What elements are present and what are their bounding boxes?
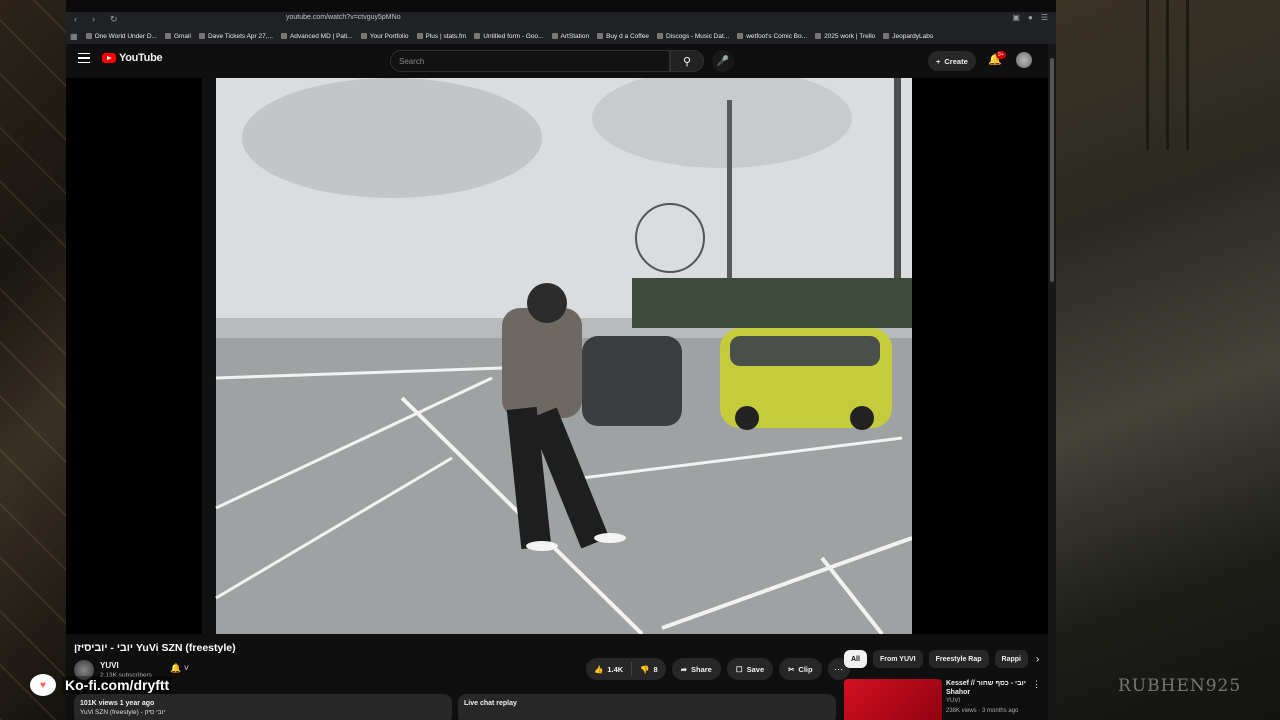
bookmarks-bar: ▦ One World Under D... Gmail Dave Ticket… <box>66 28 1056 44</box>
chip-rapping[interactable]: Rappi <box>994 650 1028 668</box>
scissors-icon: ✂ <box>788 664 795 674</box>
bookmark-favicon-icon <box>198 33 205 39</box>
youtube-play-icon <box>102 53 116 63</box>
reload-icon[interactable]: ↻ <box>110 14 120 25</box>
bookmark-item[interactable]: Buy d a Coffee <box>597 33 649 40</box>
video-player[interactable] <box>66 78 1048 634</box>
bookmark-favicon-icon <box>416 33 423 39</box>
bookmark-item[interactable]: wetfoot's Comic Bo... <box>737 33 807 40</box>
kofi-overlay: ♥ Ko-fi.com/dryftt <box>30 674 173 696</box>
search-icon: ⚲ <box>682 55 692 68</box>
browser-menu-icon[interactable]: ☰ <box>1041 13 1048 22</box>
youtube-header: YouTube Search ⚲ 🎤 + Create 🔔 9+ <box>66 44 1056 78</box>
bookmark-favicon-icon <box>737 33 744 39</box>
video-actions: 👍 1.4K 👎 8 ➦ Share ☐ Save ✂ Clip ⋯ <box>586 658 850 680</box>
bookmark-favicon-icon <box>474 33 481 39</box>
microphone-icon: 🎤 <box>716 55 730 67</box>
bookmark-item[interactable]: 2025 work | Trello <box>815 33 875 40</box>
chip-freestyle-rap[interactable]: Freestyle Rap <box>928 650 989 668</box>
chip-from-yuvi[interactable]: From YUVI <box>872 650 923 668</box>
browser-window: ‹ › ↻ youtube.com/watch?v=ctvguy5pMNo ▣ … <box>66 12 1056 720</box>
channel-name[interactable]: YUVI <box>100 661 119 670</box>
browser-toolbar-icons: ▣ ● ☰ <box>1012 13 1048 22</box>
url-bar[interactable]: youtube.com/watch?v=ctvguy5pMNo <box>286 14 401 21</box>
notification-badge: 9+ <box>996 51 1006 59</box>
back-icon[interactable]: ‹ <box>74 14 84 24</box>
subscribe-bell-icon[interactable]: 🔔 ˅ <box>170 663 189 674</box>
chevron-right-icon[interactable]: › <box>1036 654 1039 665</box>
search-input[interactable]: Search <box>390 50 670 72</box>
profile-icon[interactable]: ● <box>1028 13 1033 22</box>
bookmark-favicon-icon <box>164 33 171 39</box>
apps-icon[interactable]: ▦ <box>70 32 78 41</box>
like-button[interactable]: 👍 1.4K <box>586 662 633 676</box>
share-button[interactable]: ➦ Share <box>671 658 721 680</box>
bookmark-favicon-icon <box>85 33 92 39</box>
plus-icon: + <box>936 56 941 66</box>
more-vertical-icon[interactable]: ⋮ <box>1032 679 1041 690</box>
recommendation-meta: 238K views · 3 months ago <box>946 708 1019 714</box>
dislike-button[interactable]: 👎 8 <box>632 665 666 674</box>
kofi-link-text: Ko-fi.com/dryftt <box>62 676 173 694</box>
video-frame <box>202 78 912 634</box>
share-icon: ➦ <box>680 664 687 674</box>
save-button[interactable]: ☐ Save <box>726 658 774 680</box>
bookmark-item[interactable]: Discogs - Music Dat... <box>656 33 729 40</box>
bookmark-item[interactable]: Advanced MD | Pati... <box>280 33 353 40</box>
video-title: יובי - יוביסיזן YuVi SZN (freestyle) <box>74 642 236 654</box>
live-chat-replay[interactable]: Live chat replay <box>458 694 836 720</box>
scrollbar-thumb[interactable] <box>1050 58 1054 282</box>
recommendation-channel[interactable]: YUVI <box>946 698 960 704</box>
bookmark-item[interactable]: Gmail <box>164 33 191 40</box>
bookmark-favicon-icon <box>656 33 663 39</box>
bookmark-favicon-icon <box>360 33 367 39</box>
bookmark-item[interactable]: Dave Tickets Apr 27,... <box>198 33 273 40</box>
kofi-cup-icon: ♥ <box>30 674 56 696</box>
bookmark-item[interactable]: Untitled form - Goo... <box>474 33 544 40</box>
page-scrollbar[interactable] <box>1048 44 1056 720</box>
hamburger-menu-icon[interactable] <box>78 53 90 63</box>
description-box[interactable]: 101K views 1 year ago YuVi SZN (freestyl… <box>74 694 452 720</box>
background-right-panel <box>1056 0 1280 720</box>
bookmark-item[interactable]: One World Under D... <box>85 33 157 40</box>
description-snippet: YuVi SZN (freestyle) - יובי סיזן <box>80 709 166 716</box>
address-row: ‹ › ↻ youtube.com/watch?v=ctvguy5pMNo ▣ … <box>66 12 1056 26</box>
more-horizontal-icon: ⋯ <box>834 663 844 674</box>
recommendation-thumbnail[interactable] <box>844 679 942 720</box>
clip-button[interactable]: ✂ Clip <box>779 658 822 680</box>
bookmark-favicon-icon <box>551 33 558 39</box>
bookmark-item[interactable]: Your Portfolio <box>360 33 409 40</box>
bookmark-favicon-icon <box>883 33 890 39</box>
bookmark-item[interactable]: JeopardyLabs <box>883 33 933 40</box>
create-button[interactable]: + Create <box>928 51 976 71</box>
forward-icon[interactable]: › <box>92 14 102 24</box>
background-left-panel <box>0 0 66 720</box>
extension-icon[interactable]: ▣ <box>1012 13 1020 22</box>
browser-chrome: ‹ › ↻ youtube.com/watch?v=ctvguy5pMNo ▣ … <box>66 12 1056 44</box>
youtube-logo[interactable]: YouTube <box>102 52 163 64</box>
bookmark-favicon-icon <box>280 33 287 39</box>
thumbs-up-icon: 👍 <box>594 664 604 674</box>
chip-all[interactable]: All <box>844 650 867 668</box>
bookmark-icon: ☐ <box>735 664 743 674</box>
account-avatar[interactable] <box>1016 52 1032 68</box>
bookmark-favicon-icon <box>815 33 822 39</box>
like-dislike-group: 👍 1.4K 👎 8 <box>586 658 666 680</box>
voice-search-button[interactable]: 🎤 <box>712 50 734 72</box>
bookmark-favicon-icon <box>597 33 604 39</box>
search-button[interactable]: ⚲ <box>670 50 704 72</box>
channel-watermark: RUBHEN925 <box>1118 676 1242 696</box>
views-and-date: 101K views 1 year ago <box>80 700 155 707</box>
thumbs-down-icon: 👎 <box>640 664 650 674</box>
bookmark-item[interactable]: Plus | stats.fm <box>416 33 466 40</box>
related-chips: All From YUVI Freestyle Rap Rappi › <box>844 650 1039 668</box>
bookmark-item[interactable]: ArtStation <box>551 33 589 40</box>
recommendation-title[interactable]: Kessef // יובי - כסף שחור Shahor <box>946 679 1032 697</box>
